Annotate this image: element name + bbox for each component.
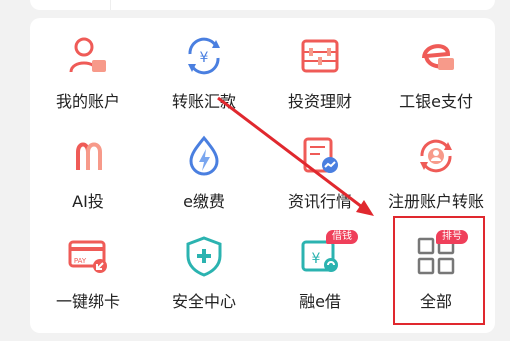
menu-item-news[interactable]: 资讯行情: [262, 118, 378, 211]
menu-item-label: 转账汇款: [171, 92, 236, 111]
menu-item-bind-card[interactable]: PAY 一键绑卡: [30, 218, 146, 311]
pay-card-bind-icon: PAY: [68, 240, 107, 273]
menu-item-ai-invest[interactable]: AI投: [30, 118, 146, 211]
menu-item-label: 注册账户转账: [387, 192, 484, 211]
menu-item-label: 一键绑卡: [55, 292, 120, 311]
menu-item-registered-transfer[interactable]: 注册账户转账: [378, 118, 494, 211]
menu-item-label: 我的账户: [55, 92, 120, 111]
menu-item-e-pay[interactable]: 工银e支付: [378, 18, 494, 111]
menu-item-transfer[interactable]: ¥ 转账汇款: [146, 18, 262, 111]
menu-item-label: 投资理财: [287, 92, 352, 111]
divider: [110, 0, 111, 10]
shield-plus-icon: [186, 236, 222, 277]
e-pay-card-icon: [422, 44, 454, 70]
menu-item-label: AI投: [72, 192, 104, 211]
user-account-icon: [69, 37, 106, 73]
top-card-fragment: [30, 0, 495, 10]
menu-item-label: 融e借: [299, 292, 341, 311]
loan-badge: 借钱: [326, 230, 358, 244]
menu-item-label: 工银e支付: [399, 92, 473, 111]
menu-item-e-payment[interactable]: e缴费: [146, 118, 262, 211]
annotation-highlight-box: [393, 216, 485, 325]
menu-item-label: 安全中心: [171, 292, 236, 311]
menu-item-security-center[interactable]: 安全中心: [146, 218, 262, 311]
menu-item-my-account[interactable]: 我的账户: [30, 18, 146, 111]
menu-item-label: 资讯行情: [287, 192, 352, 211]
ai-invest-icon: [76, 142, 102, 170]
yen-transfer-icon: ¥: [188, 37, 220, 75]
menu-item-label: e缴费: [183, 192, 225, 211]
svg-text:PAY: PAY: [74, 257, 87, 265]
registered-transfer-icon: [420, 139, 452, 173]
svg-text:¥: ¥: [312, 251, 321, 267]
menu-item-loan[interactable]: ¥ 借钱 融e借: [262, 218, 378, 311]
abacus-icon: [301, 39, 339, 73]
menu-item-invest[interactable]: 投资理财: [262, 18, 378, 111]
news-chart-icon: [303, 137, 338, 173]
svg-text:¥: ¥: [200, 50, 209, 66]
bolt-payment-icon: [189, 135, 219, 176]
